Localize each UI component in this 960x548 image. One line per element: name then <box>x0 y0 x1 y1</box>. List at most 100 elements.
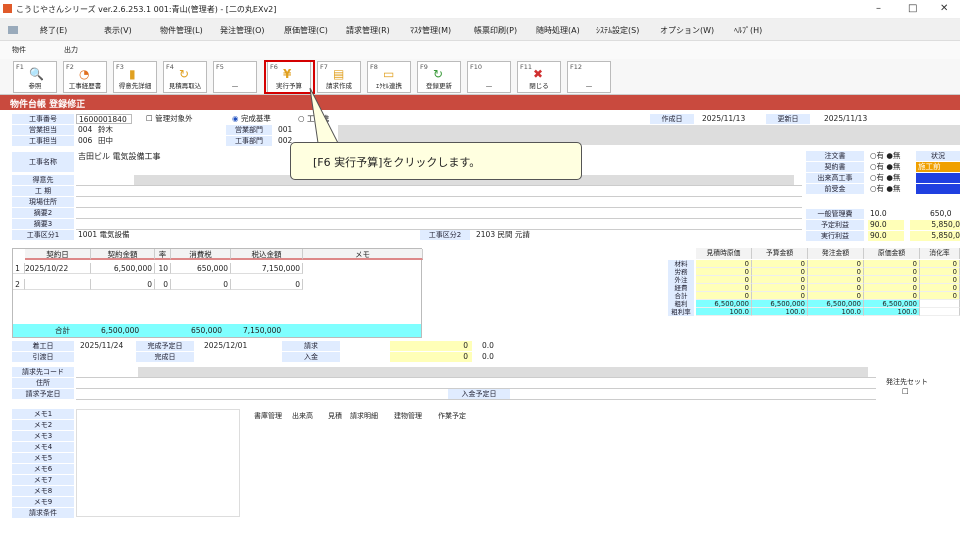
cost-cell: 100.0 <box>696 308 752 316</box>
cost-cell: 0 <box>920 292 960 300</box>
contract-rate[interactable]: 10 <box>155 263 171 274</box>
contract-tax[interactable]: 650,000 <box>171 263 231 274</box>
tab-seikyu[interactable]: 請求明細 <box>350 411 378 421</box>
koji-tanto-label: 工事担当 <box>12 136 74 146</box>
hachu-set-checkbox[interactable]: ☐ <box>900 387 909 397</box>
cost-cell: 0 <box>696 284 752 292</box>
cost-row-label: 経費 <box>668 284 694 292</box>
minimize-button[interactable]: – <box>876 3 881 14</box>
window-title: こうじやさんシリーズ ver.2.6.253.1 001:青山(管理者) - [… <box>16 5 277 14</box>
cost-cell: 0 <box>752 292 808 300</box>
f10-empty-button[interactable]: F10— <box>467 61 511 93</box>
toolbar-property[interactable]: 物件 <box>12 45 26 55</box>
tab-dekidaka[interactable]: 出来高 <box>292 411 313 421</box>
total-amount: 6,500,000 <box>101 326 140 335</box>
cost-cell: 0 <box>752 276 808 284</box>
contract-amount[interactable]: 0 <box>91 279 155 290</box>
billing-band <box>138 367 868 377</box>
f7-billing-button[interactable]: F7 ▤ 請求作成 <box>317 61 361 93</box>
menu-cost[interactable]: 原価管理(C) <box>284 25 328 36</box>
eigyo-bumon-label: 営業部門 <box>226 125 272 135</box>
contract-tax[interactable]: 0 <box>171 279 231 290</box>
toolbar-output[interactable]: 出力 <box>64 45 78 55</box>
tab-sagyo[interactable]: 作業予定 <box>438 411 466 421</box>
koji-no-field[interactable]: 1600001840 <box>76 114 132 124</box>
col-header-amount: 契約金額 <box>91 249 155 260</box>
genba-label: 現場住所 <box>12 197 74 207</box>
chumon-radio[interactable]: ○有 ●無 <box>868 151 900 161</box>
memo-input[interactable] <box>76 409 240 517</box>
contract-total[interactable]: 0 <box>231 279 303 290</box>
dekidaka-radio[interactable]: ○有 ●無 <box>868 173 900 183</box>
divider <box>76 388 876 389</box>
tab-tatemono[interactable]: 建物管理 <box>394 411 422 421</box>
update-icon: ↻ <box>433 67 444 81</box>
koshin-value: 2025/11/13 <box>824 114 868 123</box>
tab-shoko[interactable]: 書庫管理 <box>254 411 282 421</box>
keiyaku-radio[interactable]: ○有 ●無 <box>868 162 900 172</box>
f1-reference-button[interactable]: F1 🔍 参照 <box>13 61 57 93</box>
maximize-button[interactable]: □ <box>908 3 917 14</box>
contract-date[interactable] <box>25 279 91 290</box>
menu-option[interactable]: オプション(W) <box>660 25 714 36</box>
contract-date[interactable]: 2025/10/22 <box>25 263 91 274</box>
menu-view[interactable]: 表示(V) <box>104 25 132 36</box>
f8-excel-button[interactable]: F8 ▭ ｴｸｾﾙ連携 <box>367 61 411 93</box>
cost-cell: 0 <box>864 260 920 268</box>
menu-system[interactable]: ｼｽﾃﾑ設定(S) <box>596 25 639 36</box>
kanri-checkbox[interactable]: ☐ 管理対象外 <box>144 114 193 124</box>
menu-help[interactable]: ﾍﾙﾌﾟ(H) <box>734 25 762 36</box>
f9-update-button[interactable]: F9 ↻ 登録更新 <box>417 61 461 93</box>
cost-cell: 100.0 <box>808 308 864 316</box>
hachu-set-label: 発注先セット <box>886 378 928 386</box>
jikko-rate[interactable]: 90.0 <box>868 231 904 241</box>
eigyo-code[interactable]: 004 <box>76 125 92 135</box>
menu-exit[interactable]: 終了(E) <box>40 25 67 36</box>
status-label: 状況 <box>916 151 960 161</box>
kansei-radio[interactable]: ◉ 完成基準 <box>230 114 271 124</box>
menu-master[interactable]: ﾏｽﾀ管理(M) <box>410 25 451 36</box>
eigyo-label: 営業担当 <box>12 125 74 135</box>
eigyo-bumon[interactable]: 001 <box>276 125 292 135</box>
f4-reimport-button[interactable]: F4 ↻ 見積再取込 <box>163 61 207 93</box>
cost-header-budget: 予算金額 <box>752 248 808 259</box>
menu-billing[interactable]: 請求管理(R) <box>346 25 390 36</box>
menu-adhoc[interactable]: 随時処理(A) <box>536 25 580 36</box>
f11-close-button[interactable]: F11 ✖ 閉じる <box>517 61 561 93</box>
refresh-icon: ↻ <box>179 67 190 81</box>
cost-cell: 0 <box>920 260 960 268</box>
chakko-value[interactable]: 2025/11/24 <box>78 341 123 351</box>
menu-property[interactable]: 物件管理(L) <box>160 25 203 36</box>
shinko-radio[interactable]: ○ 工事進 <box>296 114 329 124</box>
menu-print[interactable]: 帳票印刷(P) <box>474 25 517 36</box>
f12-empty-button[interactable]: F12— <box>567 61 611 93</box>
total-total: 7,150,000 <box>243 326 282 335</box>
f2-history-button[interactable]: F2 ◔ 工事経歴書 <box>63 61 107 93</box>
cost-cell: 100.0 <box>752 308 808 316</box>
koji-tanto-code[interactable]: 006 <box>76 136 92 146</box>
kanyo-value[interactable]: 2025/12/01 <box>202 341 247 351</box>
f5-empty-button[interactable]: F5— <box>213 61 257 93</box>
divider <box>76 218 802 219</box>
contract-total[interactable]: 7,150,000 <box>231 263 303 274</box>
menu-order[interactable]: 発注管理(O) <box>220 25 265 36</box>
col-header-tax: 消費税 <box>171 249 231 260</box>
sakusei-value: 2025/11/13 <box>702 114 746 123</box>
contract-amount[interactable]: 6,500,000 <box>91 263 155 274</box>
f3-customer-button[interactable]: F3 ▮ 得意先詳細 <box>113 61 157 93</box>
memo-label: メモ5 <box>12 453 74 463</box>
divider <box>76 196 802 197</box>
billing-addr-label: 住所 <box>12 378 74 388</box>
contract-rate[interactable]: 0 <box>155 279 171 290</box>
tab-strip: 書庫管理 出来高 見積 請求明細 建物管理 作業予定 <box>254 411 554 423</box>
kubun2-value[interactable]: 2103 民間 元請 <box>474 230 530 240</box>
ippan-rate[interactable]: 10.0 <box>868 209 887 219</box>
maeuke-radio[interactable]: ○有 ●無 <box>868 184 900 194</box>
kubun1-label: 工事区分1 <box>12 230 74 240</box>
cost-cell: 6,500,000 <box>752 300 808 308</box>
kubun1-value[interactable]: 1001 電気設備 <box>76 230 129 240</box>
total-label: 合計 <box>55 326 70 335</box>
yotei-rate[interactable]: 90.0 <box>868 220 904 230</box>
tab-mitsumori[interactable]: 見積 <box>328 411 342 421</box>
close-button[interactable]: ✕ <box>940 3 948 14</box>
